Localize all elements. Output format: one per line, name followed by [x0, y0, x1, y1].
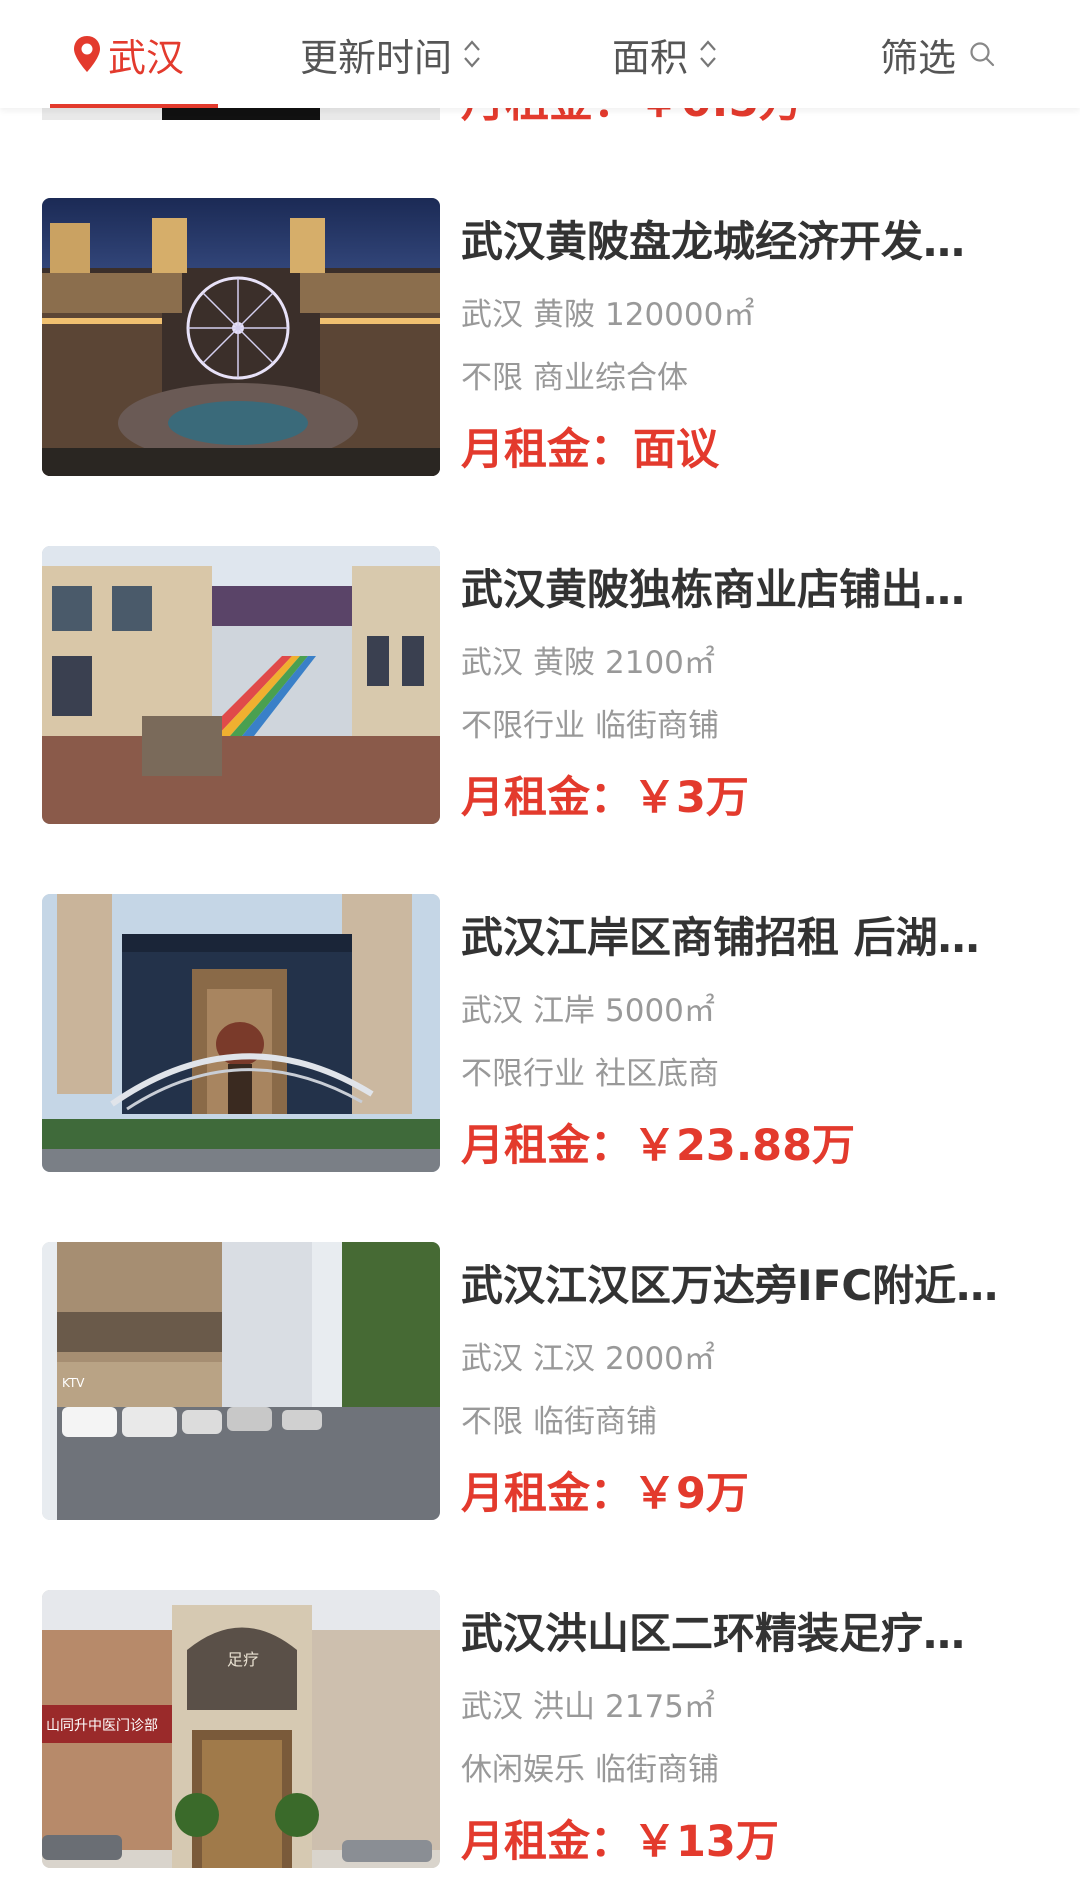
listing-photo[interactable]: KTV	[42, 1242, 440, 1520]
foot-massage-shop-photo: 山同升中医门诊部 足疗	[42, 1590, 440, 1868]
listing-industry: 不限	[461, 1404, 523, 1440]
sort-by-area[interactable]: 面积	[612, 0, 718, 108]
listing-location-area: 武汉 洪山 2175㎡	[461, 1685, 715, 1729]
sort-chevrons-icon	[464, 40, 480, 68]
sort-updated-label: 更新时间	[300, 35, 453, 80]
filter-bar: 武汉 更新时间 面积 筛选	[0, 0, 1080, 108]
listing-location-area: 武汉 黄陂 120000㎡	[461, 293, 754, 337]
city-label: 武汉	[108, 35, 185, 80]
listing-photo[interactable]	[42, 198, 440, 476]
listing-location-area: 武汉 江岸 5000㎡	[461, 989, 715, 1033]
listing-item[interactable]: KTV 武汉江汉区万达旁IFC附近… 武汉 江汉 2000㎡ 不限 临街商铺 月租金：…	[0, 1242, 1080, 1542]
listing-price: 月租金：￥9万	[461, 1464, 749, 1524]
search-icon	[970, 42, 995, 67]
listing-city: 武汉	[461, 297, 523, 333]
ferris-wheel-night-photo	[42, 198, 440, 476]
listing-price: 月租金：￥13万	[461, 1812, 779, 1872]
clinic-sign-text: 山同升中医门诊部	[46, 1718, 158, 1734]
listing-photo[interactable]	[42, 546, 440, 824]
listing-district: 江岸	[533, 993, 595, 1029]
filter-button[interactable]: 筛选	[880, 0, 996, 108]
listing-title[interactable]: 武汉洪山区二环精装足疗…	[461, 1604, 1041, 1664]
listing-item[interactable]: 山同升中医门诊部 足疗 武汉洪山区二环精装足疗… 武汉 洪山 2175㎡ 休闲娱乐临…	[0, 1590, 1080, 1879]
price-value: ￥9万	[633, 1469, 749, 1519]
listing-item[interactable]: 武汉黄陂独栋商业店铺出… 武汉 黄陂 2100㎡ 不限行业 临街商铺 月租金：￥3万	[0, 546, 1080, 846]
listing-tags: 休闲娱乐 临街商铺	[461, 1748, 719, 1792]
listing-location-area: 武汉 江汉 2000㎡	[461, 1337, 715, 1381]
listing-industry: 休闲娱乐	[461, 1752, 585, 1788]
listing-area: 2100㎡	[605, 645, 715, 681]
listing-price: 月租金：￥3万	[461, 768, 749, 828]
listing-type: 社区底商	[595, 1056, 719, 1092]
active-tab-indicator	[50, 104, 218, 108]
ktv-sign-text: KTV	[62, 1376, 85, 1390]
listing-area: 2000㎡	[605, 1341, 715, 1377]
listing-type: 临街商铺	[533, 1404, 657, 1440]
listing-price: 月租金：面议	[461, 420, 719, 480]
price-value: ￥3万	[633, 773, 749, 823]
price-value: ￥23.88万	[633, 1121, 856, 1171]
price-label: 月租金：	[461, 1121, 633, 1171]
listing-title[interactable]: 武汉黄陂盘龙城经济开发…	[461, 212, 1041, 272]
sort-chevrons-icon	[700, 40, 716, 68]
storefront-photo	[42, 546, 440, 824]
listing-district: 洪山	[533, 1689, 595, 1725]
listing-tags: 不限 临街商铺	[461, 1400, 657, 1444]
listing-district: 黄陂	[533, 297, 595, 333]
listing-item[interactable]: 武汉黄陂盘龙城经济开发… 武汉 黄陂 120000㎡ 不限 商业综合体 月租金：面议	[0, 198, 1080, 498]
price-label: 月租金：	[461, 773, 633, 823]
price-label: 月租金：	[461, 425, 633, 475]
price-label: 月租金：	[461, 1817, 633, 1867]
listing-industry: 不限	[461, 360, 523, 396]
listing-type: 临街商铺	[595, 1752, 719, 1788]
listing-tags: 不限 商业综合体	[461, 356, 688, 400]
listing-district: 黄陂	[533, 645, 595, 681]
listing-area: 5000㎡	[605, 993, 715, 1029]
sort-by-updated[interactable]: 更新时间	[300, 0, 482, 108]
listing-city: 武汉	[461, 645, 523, 681]
listing-price: 月租金：￥23.88万	[461, 1116, 855, 1176]
listing-title[interactable]: 武汉江岸区商铺招租 后湖…	[461, 908, 1041, 968]
listing-city: 武汉	[461, 993, 523, 1029]
listing-city: 武汉	[461, 1341, 523, 1377]
listing-area: 2175㎡	[605, 1689, 715, 1725]
listing-photo[interactable]	[42, 894, 440, 1172]
street-parking-photo: KTV	[42, 1242, 440, 1520]
listing-title[interactable]: 武汉黄陂独栋商业店铺出…	[461, 560, 1041, 620]
listing-tags: 不限行业 临街商铺	[461, 704, 719, 748]
listing-title[interactable]: 武汉江汉区万达旁IFC附近…	[461, 1256, 1041, 1316]
sort-area-label: 面积	[612, 35, 689, 80]
listing-type: 商业综合体	[533, 360, 688, 396]
price-value: ￥13万	[633, 1817, 779, 1867]
listing-area: 120000㎡	[605, 297, 755, 333]
listing-district: 江汉	[533, 1341, 595, 1377]
listing-industry: 不限行业	[461, 708, 585, 744]
listing-type: 临街商铺	[595, 708, 719, 744]
shop-sign-text: 足疗	[227, 1650, 259, 1669]
listing-tags: 不限行业 社区底商	[461, 1052, 719, 1096]
listing-item[interactable]: 武汉江岸区商铺招租 后湖… 武汉 江岸 5000㎡ 不限行业 社区底商 月租金：￥23…	[0, 894, 1080, 1194]
listing-page: 月租金：￥0.5万 武汉 更新时间 面积 筛选	[0, 0, 1080, 1879]
listing-city: 武汉	[461, 1689, 523, 1725]
city-selector[interactable]: 武汉	[72, 0, 184, 108]
listing-location-area: 武汉 黄陂 2100㎡	[461, 641, 715, 685]
listing-photo[interactable]: 山同升中医门诊部 足疗	[42, 1590, 440, 1868]
filter-label: 筛选	[880, 35, 957, 80]
glass-building-photo	[42, 894, 440, 1172]
location-pin-icon	[74, 36, 100, 72]
price-label: 月租金：	[461, 1469, 633, 1519]
price-value: 面议	[633, 425, 719, 475]
listing-industry: 不限行业	[461, 1056, 585, 1092]
